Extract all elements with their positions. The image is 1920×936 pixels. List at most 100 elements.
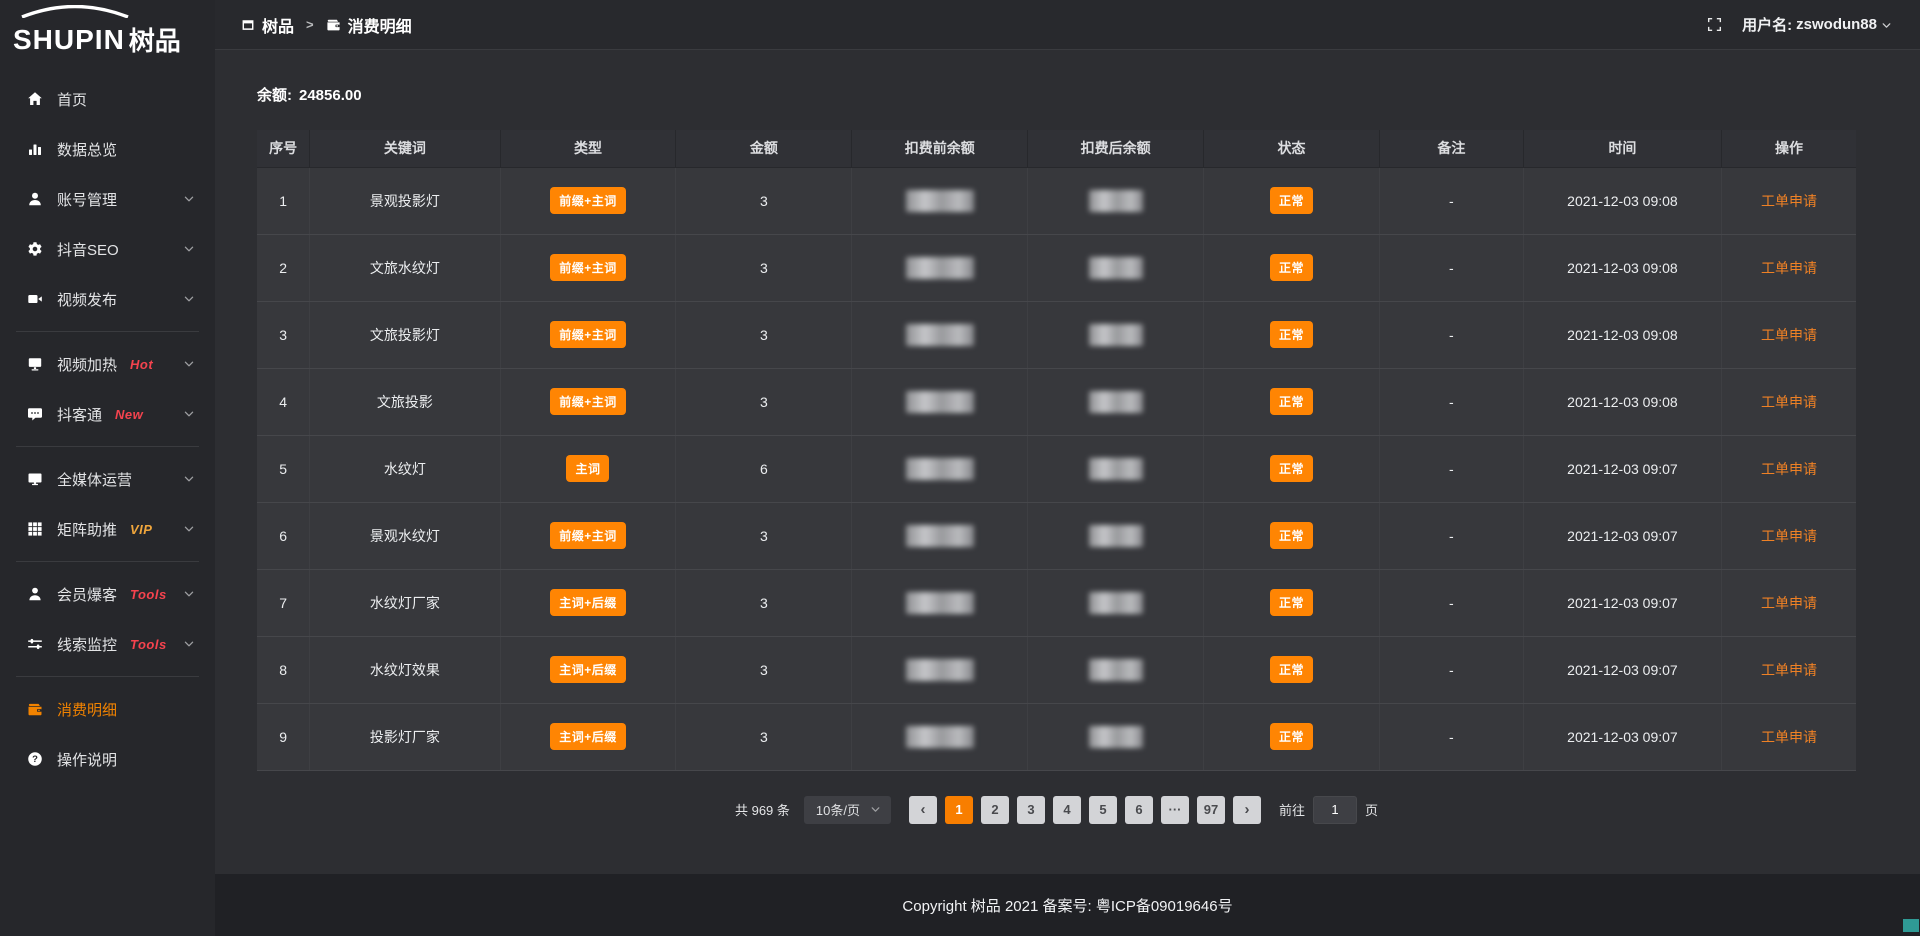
work-order-link[interactable]: 工单申请 [1761,729,1817,745]
sidebar-item-video-heat[interactable]: 视频加热Hot [0,339,215,389]
cell-action: 工单申请 [1722,301,1856,368]
page-button-1[interactable]: 1 [945,796,973,824]
sidebar-item-label: 首页 [57,89,87,110]
cell-balance-before [852,368,1028,435]
cell-index: 1 [257,167,310,234]
sidebar-item-account-management[interactable]: 账号管理 [0,174,215,224]
censored-balance-before [906,324,974,346]
sidebar-item-home[interactable]: 首页 [0,74,215,124]
sidebar-item-operation-guide[interactable]: ?操作说明 [0,734,215,784]
sidebar-item-label: 矩阵助推 [57,519,117,540]
cell-note: - [1379,703,1523,770]
sidebar-item-douketong[interactable]: 抖客通New [0,389,215,439]
work-order-link[interactable]: 工单申请 [1761,327,1817,343]
fullscreen-icon[interactable] [1707,17,1722,32]
balance-value: 24856.00 [299,87,362,104]
cell-amount: 3 [676,502,852,569]
sidebar-item-video-publish[interactable]: 视频发布 [0,274,215,324]
censored-balance-before [906,190,974,212]
goto-page-input[interactable] [1313,796,1357,824]
goto-unit: 页 [1365,800,1378,819]
cell-note: - [1379,435,1523,502]
chevron-down-icon [183,193,195,205]
cell-time: 2021-12-03 09:07 [1523,636,1721,703]
chevron-down-icon [183,523,195,535]
sidebar-item-matrix-boost[interactable]: 矩阵助推VIP [0,504,215,554]
page-button-5[interactable]: 5 [1089,796,1117,824]
chevron-down-icon [183,638,195,650]
bar-chart-icon [26,141,43,158]
sidebar-item-consumption-detail[interactable]: 消费明细 [0,684,215,734]
page-button-4[interactable]: 4 [1053,796,1081,824]
sidebar-item-badge: New [115,407,143,422]
member-icon [26,586,43,603]
censored-balance-after [1089,324,1143,346]
cell-balance-after [1028,703,1204,770]
cell-balance-before [852,301,1028,368]
cell-keyword: 水纹灯 [310,435,500,502]
cell-status: 正常 [1204,301,1380,368]
work-order-link[interactable]: 工单申请 [1761,662,1817,678]
footer: Copyright 树品 2021 备案号: 粤ICP备09019646号 [215,874,1920,936]
page-button-97[interactable]: 97 [1197,796,1225,824]
table-column-header: 备注 [1379,130,1523,167]
cell-balance-after [1028,502,1204,569]
sidebar-item-lead-monitor[interactable]: 线索监控Tools [0,619,215,669]
cell-type: 前缀+主词 [500,502,676,569]
question-icon: ? [26,751,43,768]
table-row: 8水纹灯效果主词+后缀3正常-2021-12-03 09:07工单申请 [257,636,1856,703]
cell-balance-before [852,569,1028,636]
work-order-link[interactable]: 工单申请 [1761,394,1817,410]
work-order-link[interactable]: 工单申请 [1761,260,1817,276]
censored-balance-after [1089,726,1143,748]
page-button-6[interactable]: 6 [1125,796,1153,824]
work-order-link[interactable]: 工单申请 [1761,193,1817,209]
next-page-button[interactable]: › [1233,796,1261,824]
breadcrumb-label: 消费明细 [348,13,412,37]
home-icon [26,91,43,108]
censored-balance-after [1089,190,1143,212]
page-button-3[interactable]: 3 [1017,796,1045,824]
cell-status: 正常 [1204,368,1380,435]
cell-index: 3 [257,301,310,368]
pagination: 共 969 条 10条/页 ‹ 123456···97 › 前往 页 [257,796,1856,824]
work-order-link[interactable]: 工单申请 [1761,528,1817,544]
breadcrumb-item-current[interactable]: 消费明细 [326,13,412,37]
cell-status: 正常 [1204,234,1380,301]
page-button-2[interactable]: 2 [981,796,1009,824]
sidebar-divider [16,331,199,332]
sidebar-item-member-baoke[interactable]: 会员爆客Tools [0,569,215,619]
work-order-link[interactable]: 工单申请 [1761,595,1817,611]
page-ellipsis-button[interactable]: ··· [1161,796,1189,824]
type-badge: 前缀+主词 [550,388,626,415]
cell-keyword: 景观水纹灯 [310,502,500,569]
type-badge: 前缀+主词 [550,254,626,281]
cell-note: - [1379,167,1523,234]
cell-keyword: 文旅投影灯 [310,301,500,368]
status-badge: 正常 [1270,321,1313,348]
cell-balance-after [1028,636,1204,703]
cell-type: 前缀+主词 [500,167,676,234]
work-order-link[interactable]: 工单申请 [1761,461,1817,477]
sidebar-item-label: 抖音SEO [57,239,119,260]
grid-icon [26,521,43,538]
sidebar-item-data-overview[interactable]: 数据总览 [0,124,215,174]
sidebar-item-omni-media[interactable]: 全媒体运营 [0,454,215,504]
balance: 余额:24856.00 [257,84,1856,105]
goto-label: 前往 [1279,800,1305,819]
cell-time: 2021-12-03 09:08 [1523,234,1721,301]
cell-amount: 3 [676,234,852,301]
page-size-value: 10条/页 [816,800,860,819]
window-icon [241,18,255,32]
cell-note: - [1379,301,1523,368]
user-menu[interactable]: 用户名: zswodun88 [1742,14,1892,35]
status-badge: 正常 [1270,656,1313,683]
cell-balance-before [852,167,1028,234]
cell-amount: 3 [676,569,852,636]
chevron-down-icon [183,588,195,600]
table-column-header: 操作 [1722,130,1856,167]
page-size-select[interactable]: 10条/页 [804,796,891,824]
prev-page-button[interactable]: ‹ [909,796,937,824]
breadcrumb-item-home[interactable]: 树品 [241,13,294,37]
sidebar-item-douyin-seo[interactable]: 抖音SEO [0,224,215,274]
